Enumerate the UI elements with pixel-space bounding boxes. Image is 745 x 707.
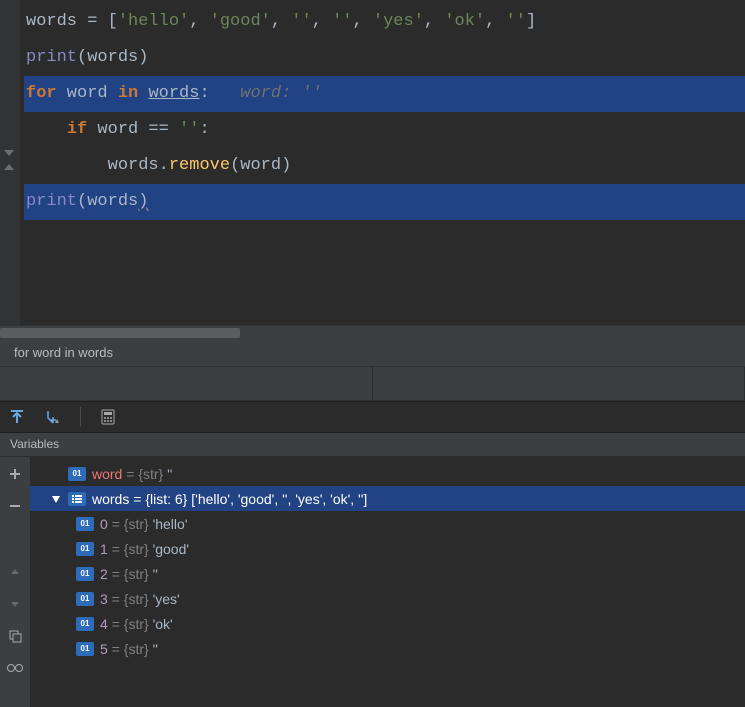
type-badge-int: 01 [76,617,94,631]
variables-tree[interactable]: 01 word = {str} '' words = {list: 6} ['h… [30,457,745,707]
variables-sidebar [0,457,30,707]
type-badge-int: 01 [68,467,86,481]
variable-word[interactable]: 01 word = {str} '' [30,461,745,486]
type-badge-list [68,492,86,506]
debug-toolbar [0,401,745,433]
step-out-icon[interactable] [8,408,26,426]
variable-words[interactable]: words = {list: 6} ['hello', 'good', '', … [30,486,745,511]
variables-panel: 01 word = {str} '' words = {list: 6} ['h… [0,457,745,707]
type-badge-int: 01 [76,642,94,656]
expand-arrow-icon[interactable] [50,493,62,505]
code-editor[interactable]: words = ['hello', 'good', '', '', 'yes',… [0,0,745,325]
list-item[interactable]: 01 0 = {str} 'hello' [30,511,745,536]
code-line-4[interactable]: if word == '': [24,112,745,148]
list-item[interactable]: 01 3 = {str} 'yes' [30,586,745,611]
type-badge-int: 01 [76,567,94,581]
list-item[interactable]: 01 2 = {str} '' [30,561,745,586]
breadcrumb[interactable]: for word in words [0,339,745,367]
panel-strip [0,367,745,401]
code-line-6[interactable]: print(words) [24,184,745,220]
horizontal-scrollbar[interactable] [0,325,745,339]
glasses-icon[interactable] [6,659,24,677]
fold-mark-icon [2,146,16,160]
code-line-1[interactable]: words = ['hello', 'good', '', '', 'yes',… [24,4,745,40]
list-item[interactable]: 01 1 = {str} 'good' [30,536,745,561]
fold-mark-icon [2,160,16,174]
type-badge-int: 01 [76,542,94,556]
scrollbar-thumb[interactable] [0,328,240,338]
toolbar-separator [80,407,81,427]
list-item[interactable]: 01 5 = {str} '' [30,636,745,661]
type-badge-int: 01 [76,592,94,606]
code-line-2[interactable]: print(words) [24,40,745,76]
list-item[interactable]: 01 4 = {str} 'ok' [30,611,745,636]
gutter [0,0,20,325]
variables-header: Variables [0,433,745,457]
step-cursor-icon[interactable] [44,408,62,426]
copy-button[interactable] [6,627,24,645]
calculator-icon[interactable] [99,408,117,426]
code-line-5[interactable]: words.remove(word) [24,148,745,184]
code-line-3[interactable]: for word in words: word: '' [24,76,745,112]
move-up-button[interactable] [6,563,24,581]
type-badge-int: 01 [76,517,94,531]
add-watch-button[interactable] [6,465,24,483]
remove-watch-button[interactable] [6,497,24,515]
move-down-button[interactable] [6,595,24,613]
